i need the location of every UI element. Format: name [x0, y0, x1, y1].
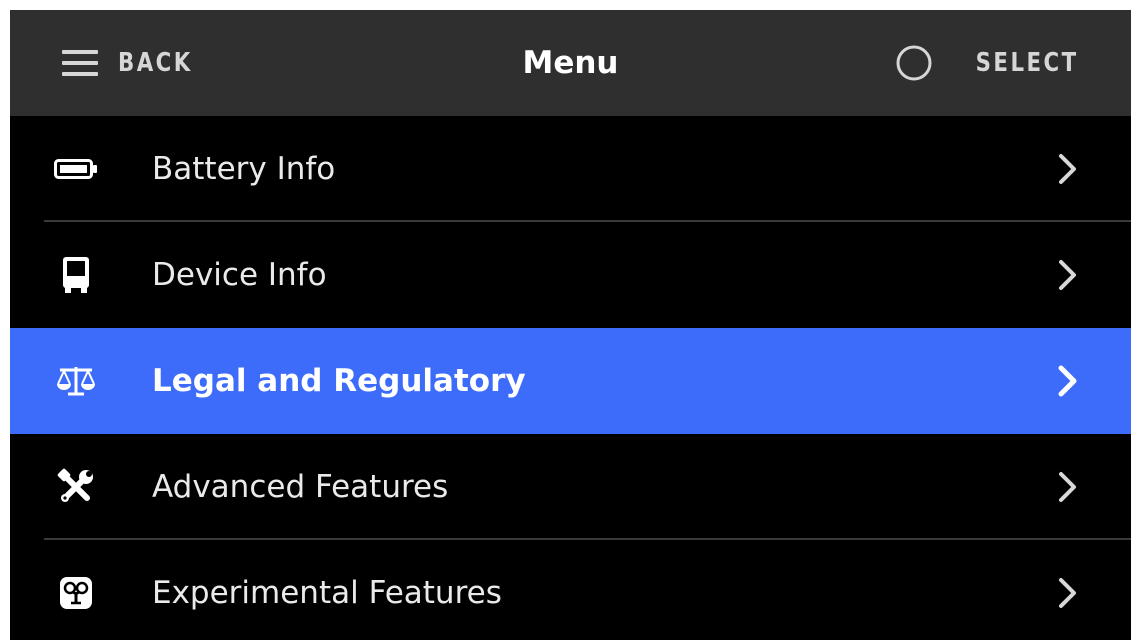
menu-item-experimental-features[interactable]: Experimental Features: [10, 540, 1131, 640]
menu-item-battery-info[interactable]: Battery Info: [10, 116, 1131, 222]
menu-item-label: Legal and Regulatory: [152, 363, 526, 399]
menu-item-label: Advanced Features: [152, 469, 449, 505]
tools-icon: [54, 467, 98, 507]
device-screen: BACK Menu SELECT Battery Info Device Inf…: [10, 10, 1131, 640]
chevron-right-icon: [1059, 260, 1076, 290]
chevron-right-icon: [1059, 472, 1076, 502]
device-icon: [54, 255, 98, 295]
chevron-right-icon: [1059, 578, 1076, 608]
chevron-right-icon: [1059, 154, 1076, 184]
experimental-icon: [54, 573, 98, 613]
menu-item-label: Battery Info: [152, 151, 336, 187]
back-label: BACK: [118, 48, 193, 78]
battery-icon: [54, 149, 98, 189]
menu-item-advanced-features[interactable]: Advanced Features: [10, 434, 1131, 540]
menu-item-device-info[interactable]: Device Info: [10, 222, 1131, 328]
header-bar: BACK Menu SELECT: [10, 10, 1131, 116]
menu-list: Battery Info Device Info Legal and Regul…: [10, 116, 1131, 640]
menu-item-legal-and-regulatory[interactable]: Legal and Regulatory: [10, 328, 1131, 434]
hamburger-icon: [62, 50, 98, 76]
back-button[interactable]: BACK: [62, 43, 209, 83]
menu-item-label: Device Info: [152, 257, 327, 293]
select-button[interactable]: SELECT: [895, 43, 1079, 83]
chevron-right-icon: [1058, 365, 1077, 397]
circle-icon: [896, 45, 932, 81]
menu-item-label: Experimental Features: [152, 575, 502, 611]
select-label: SELECT: [975, 48, 1079, 78]
scales-icon: [54, 361, 98, 401]
